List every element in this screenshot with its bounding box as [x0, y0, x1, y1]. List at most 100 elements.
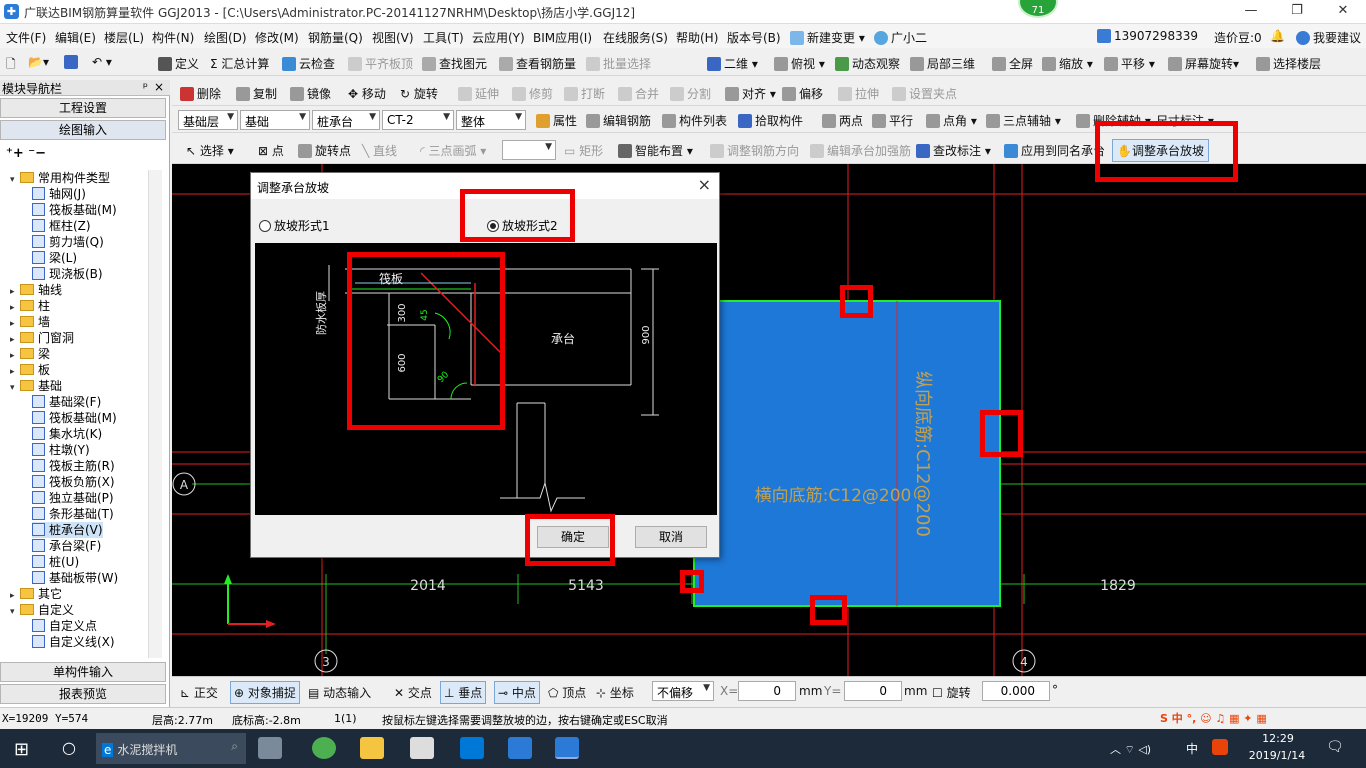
- taskbar-app-icon[interactable]: [258, 737, 282, 759]
- new-file-icon[interactable]: 🗋: [6, 55, 16, 76]
- cancel-button[interactable]: 取消: [635, 526, 707, 548]
- edge-icon[interactable]: [460, 737, 484, 759]
- tree-item[interactable]: 剪力墙(Q): [32, 234, 104, 250]
- trim-button[interactable]: 修剪: [512, 85, 553, 102]
- top-view-button[interactable]: 俯视 ▾: [774, 55, 825, 72]
- tree-item[interactable]: 筏板主筋(R): [32, 458, 115, 474]
- break-button[interactable]: 打断: [564, 85, 605, 102]
- project-settings-button[interactable]: 工程设置: [0, 98, 166, 118]
- dynamic-view-button[interactable]: 动态观察: [835, 55, 900, 72]
- menu-modify[interactable]: 修改(M): [255, 29, 299, 46]
- single-component-input-button[interactable]: 单构件输入: [0, 662, 166, 682]
- component-list-button[interactable]: 构件列表: [662, 112, 727, 129]
- define-button[interactable]: 定义: [158, 55, 199, 72]
- open-file-icon[interactable]: 📂▾: [28, 55, 49, 69]
- vertex-snap[interactable]: ⬠ 顶点: [548, 684, 586, 701]
- dialog-close-icon[interactable]: ×: [698, 175, 711, 194]
- tree-item[interactable]: 桩承台(V): [32, 522, 103, 538]
- point-button[interactable]: ⊠ 点: [258, 142, 284, 159]
- tree-item[interactable]: ▸ 柱: [10, 298, 50, 314]
- drawing-input-button[interactable]: 绘图输入: [0, 120, 166, 140]
- menu-version[interactable]: 版本号(B): [727, 29, 781, 46]
- tree-item[interactable]: ▾ 自定义: [10, 602, 74, 618]
- tree-item[interactable]: ▾ 常用构件类型: [10, 170, 110, 186]
- ggj-app-icon[interactable]: [555, 737, 579, 759]
- object-snap-toggle[interactable]: ⊕ 对象捕捉: [230, 681, 300, 704]
- fullscreen-button[interactable]: 全屏: [992, 55, 1033, 72]
- batch-select-button[interactable]: 批量选择: [586, 55, 651, 72]
- apply-same-name-button[interactable]: 应用到同名承台: [1004, 142, 1105, 159]
- edit-cap-reinforce-button[interactable]: 编辑承台加强筋: [810, 142, 911, 159]
- clock-time[interactable]: 12:29: [1248, 732, 1308, 745]
- panel-close-icon[interactable]: ×: [154, 80, 164, 94]
- pin-icon[interactable]: ᵖ: [143, 80, 148, 94]
- stretch-button[interactable]: 拉伸: [838, 85, 879, 102]
- tree-item[interactable]: 轴网(J): [32, 186, 86, 202]
- sogou-tray-icon[interactable]: [1212, 739, 1228, 755]
- system-tray-icons[interactable]: ︿ ⌔ ◁): [1110, 741, 1151, 757]
- intersection-snap[interactable]: ✕ 交点: [394, 684, 432, 701]
- tree-item[interactable]: 承台梁(F): [32, 538, 101, 554]
- tree-item[interactable]: ▸ 轴线: [10, 282, 62, 298]
- y-input[interactable]: 0: [844, 681, 902, 701]
- tree-item[interactable]: 现浇板(B): [32, 266, 103, 282]
- delete-axis-button[interactable]: 删除辅轴 ▾: [1076, 112, 1151, 129]
- view-rebar-qty-button[interactable]: 查看钢筋量: [499, 55, 576, 72]
- smart-layout-button[interactable]: 智能布置 ▾: [618, 142, 693, 159]
- properties-button[interactable]: 属性: [536, 112, 577, 129]
- tree-item[interactable]: 基础板带(W): [32, 570, 118, 586]
- align-button[interactable]: 对齐 ▾: [725, 85, 776, 102]
- dynamic-input-toggle[interactable]: ▤ 动态输入: [308, 684, 371, 701]
- tree-item[interactable]: 自定义线(X): [32, 634, 115, 650]
- check-annotation-button[interactable]: 查改标注 ▾: [916, 142, 991, 159]
- tree-item[interactable]: ▸ 其它: [10, 586, 62, 602]
- taskbar-app-icon[interactable]: [312, 737, 336, 759]
- menu-tools[interactable]: 工具(T): [423, 29, 464, 46]
- split-button[interactable]: 分割: [670, 85, 711, 102]
- type-select[interactable]: 桩承台 ▼: [312, 110, 380, 130]
- user-phone[interactable]: 13907298339: [1097, 29, 1198, 43]
- adjust-rebar-dir-button[interactable]: 调整钢筋方向: [710, 142, 799, 159]
- rotate-checkbox[interactable]: ☐ 旋转: [932, 684, 971, 701]
- slope-option-2-radio[interactable]: 放坡形式2: [487, 217, 558, 234]
- delete-button[interactable]: 删除: [180, 85, 221, 102]
- maximize-button[interactable]: ❐: [1274, 0, 1320, 24]
- suggest-link[interactable]: 我要建议: [1296, 29, 1361, 46]
- menu-draw[interactable]: 绘图(D): [204, 29, 247, 46]
- move-button[interactable]: ✥ 移动: [348, 85, 386, 102]
- tree-expander-icon[interactable]: ▾: [10, 380, 20, 396]
- clock-date[interactable]: 2019/1/14: [1242, 749, 1312, 762]
- menu-guangxiaoer[interactable]: 广小二: [874, 29, 927, 46]
- select-button[interactable]: ↖ 选择 ▾: [186, 142, 234, 159]
- menu-bim[interactable]: BIM应用(I): [533, 29, 592, 46]
- mode-select[interactable]: 整体 ▼: [456, 110, 526, 130]
- expand-collapse-icon[interactable]: ⁺+ ⁻−: [6, 146, 46, 161]
- menu-file[interactable]: 文件(F): [6, 29, 46, 46]
- flush-slab-button[interactable]: 平齐板顶: [348, 55, 413, 72]
- menu-floor[interactable]: 楼层(L): [104, 29, 144, 46]
- set-grip-button[interactable]: 设置夹点: [892, 85, 957, 102]
- name-select[interactable]: CT-2 ▼: [382, 110, 454, 130]
- zoom-button[interactable]: 缩放 ▾: [1042, 55, 1093, 72]
- menu-online[interactable]: 在线服务(S): [603, 29, 668, 46]
- pick-component-button[interactable]: 拾取构件: [738, 112, 803, 129]
- notification-badge[interactable]: 71: [1018, 0, 1058, 18]
- midpoint-snap[interactable]: ⊸ 中点: [494, 681, 540, 704]
- slope-option-1-radio[interactable]: 放坡形式1: [259, 217, 330, 234]
- pan-button[interactable]: 平移 ▾: [1104, 55, 1155, 72]
- tree-item[interactable]: 独立基础(P): [32, 490, 114, 506]
- tree-item[interactable]: ▸ 梁: [10, 346, 50, 362]
- coordinate-snap[interactable]: ⊹ 坐标: [596, 684, 634, 701]
- windows-start-icon[interactable]: ⊞: [14, 739, 29, 760]
- mirror-button[interactable]: 镜像: [290, 85, 331, 102]
- ortho-toggle[interactable]: ⊾ 正交: [180, 684, 218, 701]
- menu-new-change[interactable]: 新建变更 ▾: [790, 29, 865, 46]
- rectangle-button[interactable]: ▭ 矩形: [564, 142, 603, 159]
- guanglianda-icon[interactable]: [508, 737, 532, 759]
- menu-rebar-qty[interactable]: 钢筋量(Q): [308, 29, 363, 46]
- tree-item[interactable]: 筏板基础(M): [32, 410, 117, 426]
- ok-button[interactable]: 确定: [537, 526, 609, 548]
- rotate-point-button[interactable]: 旋转点: [298, 142, 351, 159]
- taskbar-search[interactable]: e 水泥搅拌机 ⌕: [96, 733, 246, 764]
- floor-select[interactable]: 基础层 ▼: [178, 110, 238, 130]
